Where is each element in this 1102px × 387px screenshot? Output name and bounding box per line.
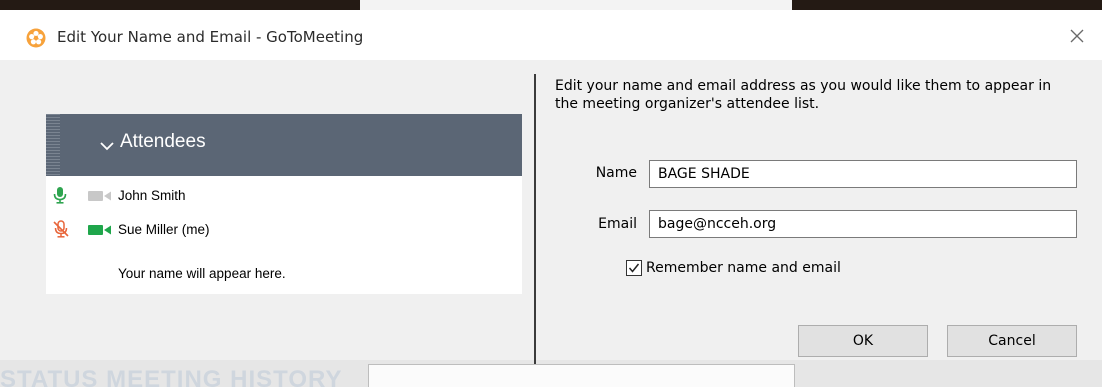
cancel-button[interactable]: Cancel [947, 325, 1077, 357]
microphone-on-icon [52, 186, 68, 207]
chevron-down-icon [100, 136, 114, 155]
email-label: Email [598, 216, 637, 232]
attendee-name-me: Sue Miller (me) [118, 222, 210, 237]
gotomeeting-flower-icon [26, 28, 46, 48]
email-field[interactable] [649, 210, 1077, 238]
attendee-name: John Smith [118, 188, 186, 203]
attendees-header: Attendees [46, 114, 522, 176]
attendee-row: John Smith [46, 184, 522, 208]
close-icon [1070, 29, 1084, 43]
camera-off-icon [88, 190, 112, 205]
background-ghost-text: STATUS MEETING HISTORY [0, 366, 343, 387]
microphone-muted-icon [52, 220, 70, 241]
camera-on-icon [88, 224, 112, 239]
name-preview-hint: Your name will appear here. [118, 266, 286, 281]
remember-checkbox-row[interactable]: Remember name and email [626, 260, 841, 276]
checkmark-icon [628, 263, 640, 273]
remember-checkbox[interactable] [626, 260, 642, 276]
close-button[interactable] [1062, 22, 1092, 50]
drag-grip [46, 114, 60, 176]
attendees-title: Attendees [120, 131, 206, 152]
window-title: Edit Your Name and Email - GoToMeeting [57, 28, 364, 46]
remember-label: Remember name and email [646, 260, 841, 276]
attendee-row: Sue Miller (me) [46, 218, 522, 242]
vertical-divider [534, 74, 536, 364]
attendee-preview-panel: Attendees John Smith Sue Miller (me) You… [46, 114, 522, 294]
instructions-text: Edit your name and email address as you … [555, 78, 1052, 112]
background-app-top [0, 0, 1102, 10]
background-strip-left [0, 0, 360, 10]
background-strip-mid [360, 0, 860, 10]
background-app-bottom: STATUS MEETING HISTORY [0, 360, 1102, 387]
ok-button[interactable]: OK [798, 325, 928, 357]
name-field[interactable] [649, 160, 1077, 188]
background-strip-right [792, 0, 1102, 10]
edit-name-email-dialog: Edit Your Name and Email - GoToMeeting A… [0, 10, 1102, 364]
title-bar: Edit Your Name and Email - GoToMeeting [0, 10, 1102, 60]
background-bar [368, 364, 795, 387]
name-label: Name [595, 165, 637, 181]
